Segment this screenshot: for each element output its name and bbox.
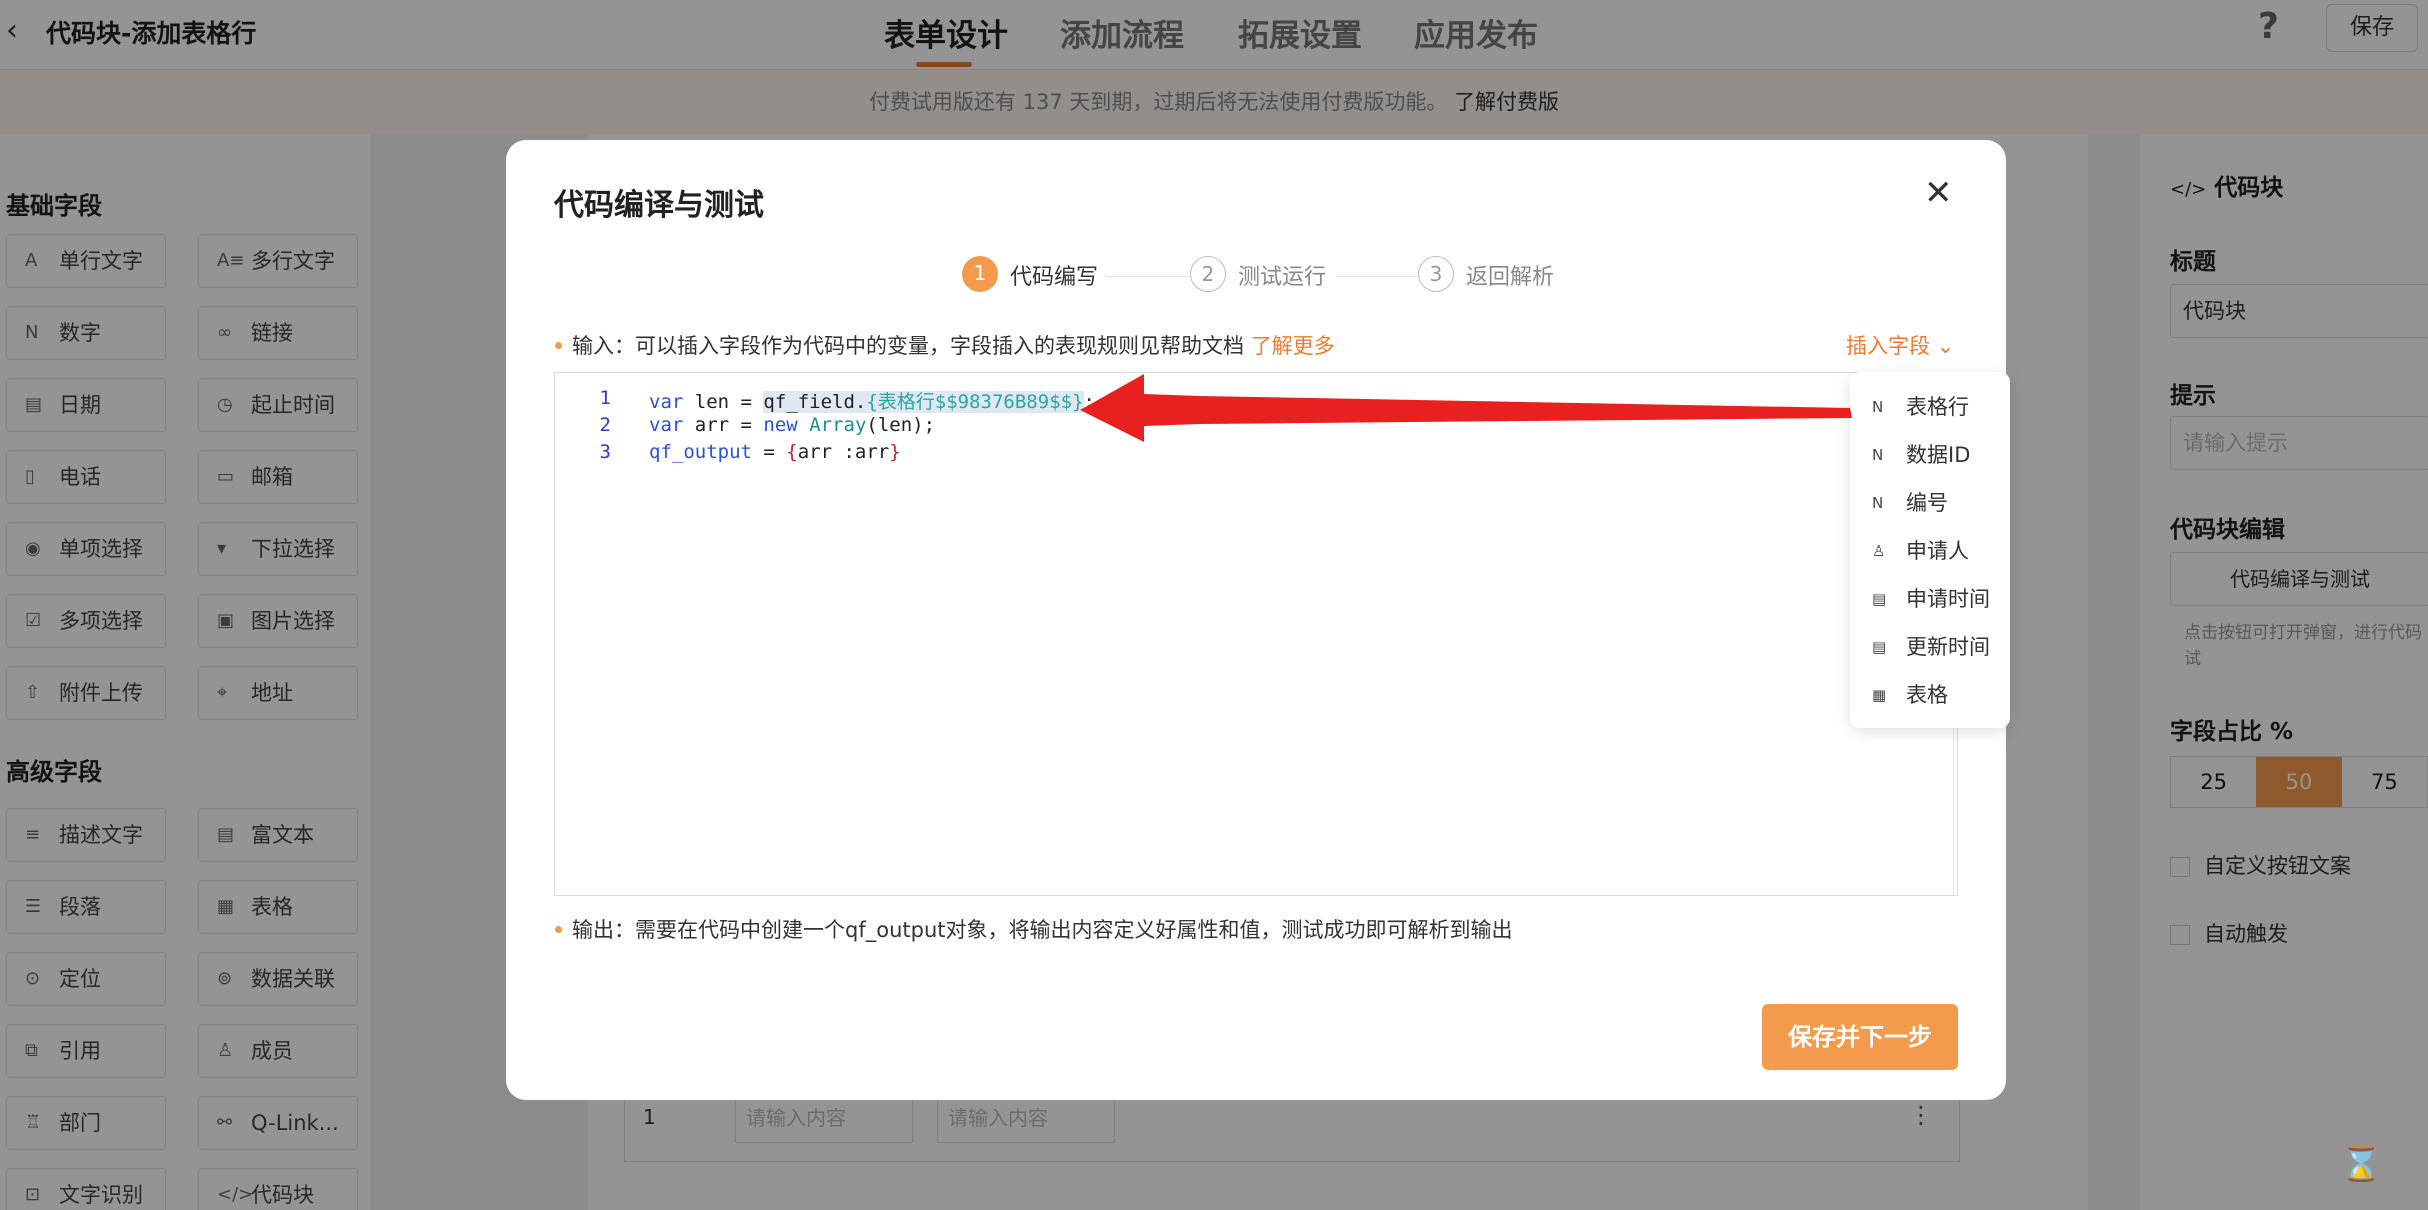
- option-label: 编号: [1906, 491, 1948, 515]
- code-token: len =: [683, 391, 764, 413]
- step-1-circle: 1: [962, 256, 998, 292]
- step-2-label: 测试运行: [1238, 265, 1327, 290]
- step-3-label: 返回解析: [1466, 265, 1555, 290]
- step-connector: [1336, 276, 1418, 277]
- line-number: 2: [599, 414, 611, 436]
- code-line-2[interactable]: var arr = new Array(len);: [649, 414, 935, 436]
- code-token: var: [649, 414, 684, 436]
- insert-field-option[interactable]: N 表格行: [1872, 392, 1969, 422]
- code-dialog: 代码编译与测试 ✕ 1 代码编写 2 测试运行 3 返回解析 输入：可以插入字段…: [506, 140, 2006, 1100]
- code-token: {: [786, 441, 798, 463]
- option-label: 表格行: [1906, 395, 1969, 419]
- insert-field-option[interactable]: N 编号: [1872, 488, 1948, 518]
- step-3-circle: 3: [1418, 256, 1454, 292]
- option-icon: ▤: [1872, 638, 1887, 656]
- option-icon: ▤: [1872, 590, 1887, 608]
- hourglass-icon: ⌛: [2340, 1144, 2383, 1184]
- option-icon: ♙: [1872, 542, 1886, 560]
- insert-field-option[interactable]: ▤ 更新时间: [1872, 632, 1990, 662]
- option-label: 申请时间: [1906, 587, 1990, 611]
- field-tag[interactable]: {表格行$$98376B89$$}: [866, 391, 1084, 413]
- line-number: 3: [599, 441, 611, 463]
- chevron-down-icon: ⌄: [1936, 334, 1955, 358]
- code-token: qf_output: [649, 441, 752, 463]
- step-1-label: 代码编写: [1010, 265, 1099, 290]
- arrow-shape: [1080, 374, 1852, 442]
- code-token: }: [889, 441, 901, 463]
- input-desc-text: 输入：可以插入字段作为代码中的变量，字段插入的表现规则见帮助文档: [572, 334, 1244, 358]
- insert-field-option[interactable]: ♙ 申请人: [1872, 536, 1969, 566]
- line-number: 1: [599, 387, 611, 409]
- option-icon: N: [1872, 446, 1884, 464]
- code-line-3[interactable]: qf_output = {arr :arr}: [649, 441, 901, 463]
- option-icon: ▦: [1872, 686, 1887, 704]
- option-label: 数据ID: [1906, 443, 1971, 467]
- option-label: 表格: [1906, 683, 1948, 707]
- learn-more-link[interactable]: 了解更多: [1251, 334, 1335, 358]
- input-description: 输入：可以插入字段作为代码中的变量，字段插入的表现规则见帮助文档 了解更多: [572, 330, 1335, 360]
- code-token: new: [763, 414, 798, 436]
- insert-field-option[interactable]: ▤ 申请时间: [1872, 584, 1990, 614]
- option-icon: N: [1872, 494, 1884, 512]
- insert-field-option[interactable]: ▦ 表格: [1872, 680, 1948, 710]
- insert-field-menu: N 表格行 N 数据ID N 编号 ♙ 申请人 ▤ 申请时间 ▤ 更新时间 ▦ 表格: [1850, 372, 2010, 728]
- code-token: var: [649, 391, 684, 413]
- code-token: (len);: [866, 414, 936, 436]
- save-and-next-button[interactable]: 保存并下一步: [1762, 1004, 1958, 1070]
- option-icon: N: [1872, 398, 1884, 416]
- close-icon[interactable]: ✕: [1924, 176, 1953, 210]
- output-description: 输出：需要在代码中创建一个qf_output对象，将输出内容定义好属性和值，测试…: [572, 918, 1513, 942]
- dialog-title: 代码编译与测试: [554, 188, 764, 223]
- insert-field-label: 插入字段: [1846, 334, 1930, 358]
- code-line-1[interactable]: var len = qf_field.{表格行$$98376B89$$};: [649, 387, 1095, 414]
- code-token: arr =: [683, 414, 764, 436]
- code-token: Array: [809, 414, 867, 436]
- insert-field-dropdown[interactable]: 插入字段 ⌄: [1846, 330, 1954, 360]
- step-2-circle: 2: [1190, 256, 1226, 292]
- code-token: arr :arr: [797, 441, 890, 463]
- code-token: qf_field.: [763, 391, 867, 413]
- insert-field-option[interactable]: N 数据ID: [1872, 440, 1970, 470]
- code-token: =: [751, 441, 787, 463]
- option-label: 更新时间: [1906, 635, 1990, 659]
- bullet: [555, 342, 562, 349]
- step-connector: [1106, 276, 1190, 277]
- bullet: [555, 926, 562, 933]
- option-label: 申请人: [1906, 539, 1969, 563]
- annotation-arrow: [1080, 374, 1852, 442]
